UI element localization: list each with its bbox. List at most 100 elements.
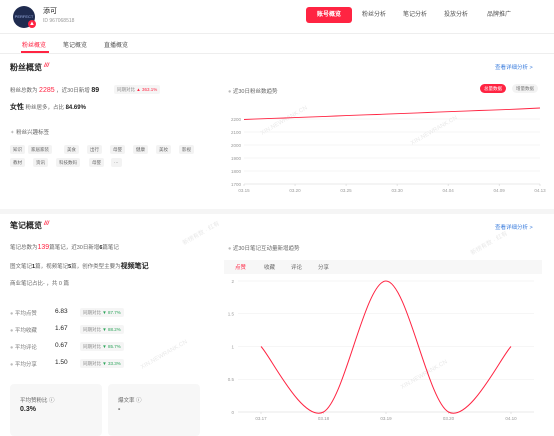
account-header: PERFECT DIARY ▲ 添可 ID 967068518 账号概览 粉丝分… — [0, 0, 554, 34]
card-value: 0.3% — [20, 406, 36, 413]
tab-comments[interactable]: 评论 — [291, 263, 302, 271]
interest-tag: 美食 — [64, 145, 79, 154]
notes-type-line: 图文笔记1篇，视频笔记5篇，创作类型主要为视频笔记 — [10, 261, 149, 271]
compare-label: 同期对比 — [117, 87, 135, 92]
y-tick-label: 2 — [231, 279, 234, 284]
toggle-increment-data[interactable]: 增量数据 — [512, 84, 538, 93]
x-tick-label: 03.20 — [443, 416, 455, 421]
metric-value: 0.67 — [55, 342, 68, 349]
fans-total-value: 2285 — [39, 87, 55, 94]
nav-notes-analysis[interactable]: 笔记分析 — [397, 7, 433, 23]
subtab-fans-overview[interactable]: 粉丝概览 — [22, 40, 46, 49]
y-tick-label: 2000 — [231, 143, 242, 148]
metric-label: ● 平均评论 — [10, 345, 37, 351]
nav-brand-promotion[interactable]: 品牌推广 — [479, 7, 519, 23]
watermark: 新榜有数 · 红有 — [470, 230, 509, 257]
flame-icon: /// — [44, 63, 50, 69]
tab-shares[interactable]: 分享 — [318, 263, 329, 271]
metric-value: 1.67 — [55, 325, 68, 332]
notes-line1-text: 笔记总数为 — [10, 245, 38, 251]
interest-tag: 教材 — [10, 158, 25, 167]
account-id: ID 967068518 — [43, 18, 75, 24]
interest-title-text: 粉丝兴趣标签 — [16, 130, 50, 136]
fans-new30-value: 89 — [91, 87, 100, 94]
y-tick-label: 0.5 — [228, 377, 235, 382]
x-tick-label: 03.20 — [289, 188, 301, 193]
x-tick-label: 03.17 — [255, 416, 267, 421]
nav-placement-analysis[interactable]: 投放分析 — [438, 7, 474, 23]
metric-row: ● 平均评论 0.67 同期对比 ▼ 85.7% — [10, 342, 200, 352]
fans-chart-title: ● 近30日粉丝数趋势 — [228, 87, 277, 95]
metric-compare-badge: 同期对比 ▼ 85.7% — [80, 342, 124, 351]
metric-row: ● 平均分享 1.50 同期对比 ▼ 33.3% — [10, 359, 200, 369]
y-tick-label: 1700 — [231, 182, 242, 187]
notes-interaction-chart: 0 0.5 1 1.5 2 03.17 03.18 03.19 03.20 04.10 — [228, 279, 534, 421]
fans-new30-label: ，近30日新增 — [56, 88, 90, 94]
nav-fans-analysis[interactable]: 粉丝分析 — [356, 7, 392, 23]
y-tick-label: 1 — [231, 344, 234, 349]
interest-tag-more[interactable]: ··· — [111, 158, 122, 167]
metric-compare-badge: 同期对比 ▼ 88.2% — [80, 325, 124, 334]
nav-account-overview[interactable]: 账号概览 — [306, 7, 352, 23]
gender-pct: 84.69% — [65, 105, 86, 111]
x-tick-label: 03.25 — [340, 188, 352, 193]
interest-tag: 美妆 — [156, 145, 171, 154]
x-tick-label: 04.13 — [534, 188, 546, 193]
section-divider — [0, 209, 554, 214]
metric-row: ● 平均点赞 6.83 同期对比 ▼ 87.7% — [10, 308, 200, 318]
avg-like-fan-ratio-card: 平均赞粉比 ⓘ 0.3% — [10, 384, 102, 436]
fans-gender-line: 女性 粉丝居多，占比 84.69% — [10, 102, 86, 112]
interest-tag: 出行 — [87, 145, 102, 154]
x-tick-label: 04.04 — [443, 188, 455, 193]
viral-rate-card: 爆文率 ⓘ - — [108, 384, 200, 436]
interest-tag: 家居家装 — [28, 145, 52, 154]
subtab-live-overview[interactable]: 直播概览 — [104, 40, 128, 49]
card-value: - — [118, 406, 121, 413]
notes-total-line: 笔记总数为139篇笔记，近30日新增6篇笔记 — [10, 243, 119, 251]
metric-value: 1.50 — [55, 359, 68, 366]
metric-label: ● 平均收藏 — [10, 328, 37, 334]
notes-detail-link[interactable]: 查看详细分析 > — [495, 223, 533, 231]
notes-line2-text: 篇，视频笔记 — [35, 264, 69, 270]
metric-row: ● 平均收藏 1.67 同期对比 ▼ 88.2% — [10, 325, 200, 335]
interest-tag: 科技数码 — [56, 158, 80, 167]
metric-compare-badge: 同期对比 ▼ 87.7% — [80, 308, 124, 317]
notes-line2-text: 图文笔记 — [10, 264, 33, 270]
fans-compare-badge: 同期对比 ▲ 363.1% — [114, 85, 161, 94]
x-tick-label: 04.10 — [505, 416, 517, 421]
active-tab-underline — [21, 51, 49, 53]
subtab-notes-overview[interactable]: 笔记概览 — [63, 40, 87, 49]
toggle-total-data[interactable]: 总量数据 — [480, 84, 506, 93]
tab-likes[interactable]: 点赞 — [235, 263, 246, 271]
x-tick-label: 03.15 — [238, 188, 250, 193]
tab-collects[interactable]: 收藏 — [264, 263, 275, 271]
watermark: 新榜有数 · 红有 — [182, 220, 221, 247]
y-tick-label: 1900 — [231, 156, 242, 161]
fans-detail-link[interactable]: 查看详细分析 > — [495, 63, 533, 71]
notes-section-title: 笔记概览 — [10, 221, 42, 230]
flame-icon: /// — [44, 221, 50, 227]
fans-total-label: 粉丝总数为 — [10, 88, 38, 94]
notes-chart-title: ● 近30日笔记互动量新增趋势 — [228, 244, 299, 252]
interest-tag: 影视 — [179, 145, 194, 154]
fans-total-line: 粉丝总数为 2285 ，近30日新增 89 — [10, 86, 99, 94]
y-tick-label: 1.5 — [228, 312, 235, 317]
interest-tag: 健康 — [133, 145, 148, 154]
notes-total-value: 139 — [37, 244, 50, 251]
interest-tag: 母婴 — [110, 145, 125, 154]
page: 新榜有数 · 红有 XIN.NEWRANK.CN XIN.NEWRANK.CN … — [0, 0, 554, 436]
likes-trend-line — [260, 280, 512, 414]
main-note-type: 视频笔记 — [120, 263, 149, 270]
overview-subtabs: 粉丝概览 笔记概览 直播概览 — [0, 34, 554, 54]
fans-trend-line — [243, 107, 541, 120]
gender-text: 粉丝居多，占比 — [25, 105, 65, 111]
y-tick-label: 2100 — [231, 130, 242, 135]
metric-label: ● 平均点赞 — [10, 311, 37, 317]
notes-line1-text: 篇笔记，近30日新增 — [49, 245, 100, 251]
x-tick-label: 03.30 — [391, 188, 403, 193]
account-name: 添可 — [43, 8, 57, 15]
x-tick-label: 03.18 — [318, 416, 330, 421]
y-tick-label: 0 — [231, 410, 234, 415]
commercial-notes-line: 商业笔记占比- ，共 0 篇 — [10, 281, 69, 287]
gender-prefix: 女性 — [10, 104, 24, 111]
